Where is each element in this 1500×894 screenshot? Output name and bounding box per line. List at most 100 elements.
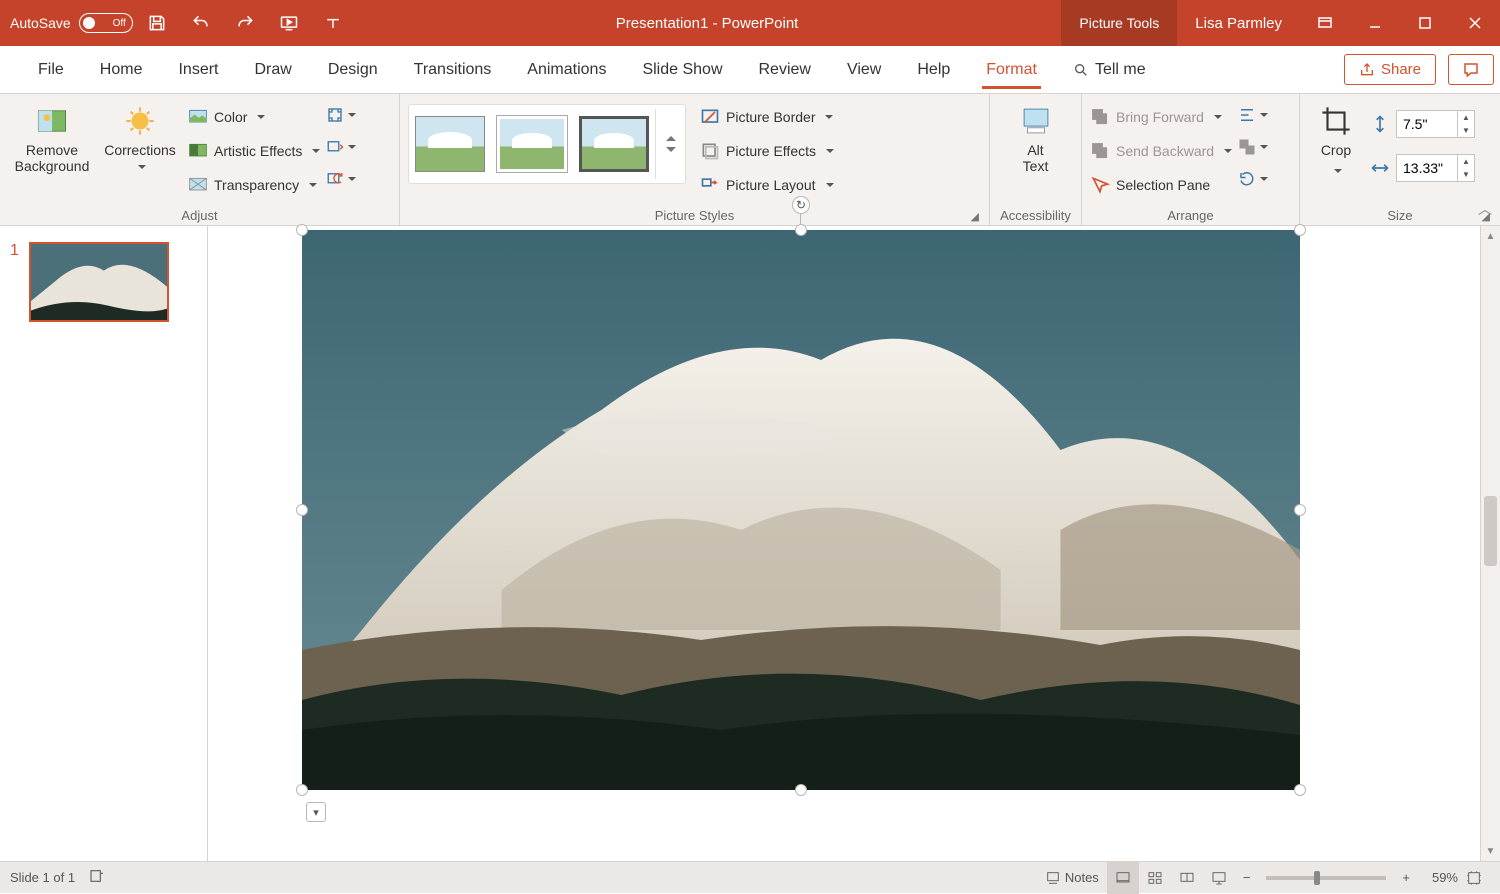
- picture-layout-icon: [700, 175, 720, 195]
- tab-draw[interactable]: Draw: [236, 46, 309, 93]
- rotate-handle[interactable]: [792, 196, 810, 214]
- transparency-button[interactable]: Transparency: [188, 168, 320, 202]
- reading-view-icon[interactable]: [1171, 862, 1203, 894]
- resize-handle-tl[interactable]: [296, 224, 308, 236]
- scroll-up-icon[interactable]: ▲: [1481, 226, 1500, 246]
- styles-dialog-launcher-icon[interactable]: ◢: [971, 210, 981, 223]
- vertical-scrollbar[interactable]: ▲ ▼: [1480, 226, 1500, 861]
- close-icon[interactable]: [1450, 0, 1500, 46]
- zoom-slider[interactable]: [1266, 876, 1386, 880]
- alt-text-button[interactable]: Alt Text: [1000, 100, 1072, 174]
- minimize-icon[interactable]: [1350, 0, 1400, 46]
- resize-handle-l[interactable]: [296, 504, 308, 516]
- alt-text-icon: [1019, 104, 1053, 138]
- autosave-switch[interactable]: Off: [79, 13, 133, 33]
- tab-slideshow[interactable]: Slide Show: [624, 46, 740, 93]
- tell-me-search[interactable]: Tell me: [1055, 46, 1164, 93]
- send-backward-icon: [1090, 141, 1110, 161]
- layout-options-icon[interactable]: ▾: [306, 802, 326, 822]
- resize-handle-t[interactable]: [795, 224, 807, 236]
- tab-transitions[interactable]: Transitions: [396, 46, 510, 93]
- spellcheck-icon[interactable]: [89, 868, 105, 887]
- slide-sorter-view-icon[interactable]: [1139, 862, 1171, 894]
- height-up-icon[interactable]: ▲: [1458, 111, 1474, 124]
- resize-handle-b[interactable]: [795, 784, 807, 796]
- picture-effects-icon: [700, 141, 720, 161]
- customize-qat-icon[interactable]: [313, 0, 353, 46]
- tab-view[interactable]: View: [829, 46, 899, 93]
- ribbon-display-options-icon[interactable]: [1300, 0, 1350, 46]
- width-spinner[interactable]: ▲▼: [1396, 154, 1475, 182]
- crop-button[interactable]: Crop: [1308, 100, 1364, 178]
- picture-styles-gallery[interactable]: [408, 104, 686, 184]
- transparency-icon: [188, 175, 208, 195]
- slide-indicator[interactable]: Slide 1 of 1: [10, 870, 75, 885]
- resize-handle-r[interactable]: [1294, 504, 1306, 516]
- tab-help[interactable]: Help: [899, 46, 968, 93]
- zoom-in-button[interactable]: +: [1394, 862, 1418, 894]
- scroll-thumb[interactable]: [1484, 496, 1497, 566]
- width-input[interactable]: [1397, 160, 1457, 176]
- fit-to-window-icon[interactable]: [1458, 862, 1490, 894]
- slideshow-view-icon[interactable]: [1203, 862, 1235, 894]
- picture-style-2[interactable]: [497, 116, 567, 172]
- resize-handle-br[interactable]: [1294, 784, 1306, 796]
- picture-effects-button[interactable]: Picture Effects: [700, 134, 834, 168]
- start-from-beginning-icon[interactable]: [269, 0, 309, 46]
- thumbnail-number: 1: [10, 242, 19, 322]
- save-icon[interactable]: [137, 0, 177, 46]
- autosave-toggle[interactable]: AutoSave Off: [10, 13, 133, 33]
- tab-home[interactable]: Home: [82, 46, 161, 93]
- artistic-effects-button[interactable]: Artistic Effects: [188, 134, 320, 168]
- gallery-more-button[interactable]: [655, 109, 685, 179]
- compress-pictures-icon[interactable]: [326, 100, 356, 130]
- width-up-icon[interactable]: ▲: [1458, 155, 1474, 168]
- notes-icon: [1045, 870, 1061, 886]
- picture-style-3[interactable]: [579, 116, 649, 172]
- thumbnail-slide-1[interactable]: 1: [10, 242, 197, 322]
- zoom-level[interactable]: 59%: [1418, 870, 1458, 885]
- resize-handle-bl[interactable]: [296, 784, 308, 796]
- undo-icon[interactable]: [181, 0, 221, 46]
- resize-handle-tr[interactable]: [1294, 224, 1306, 236]
- normal-view-icon[interactable]: [1107, 862, 1139, 894]
- tab-design[interactable]: Design: [310, 46, 396, 93]
- height-input[interactable]: [1397, 116, 1457, 132]
- ribbon: Remove Background Corrections Color Arti…: [0, 94, 1500, 226]
- maximize-icon[interactable]: [1400, 0, 1450, 46]
- share-button[interactable]: Share: [1344, 54, 1436, 85]
- scroll-down-icon[interactable]: ▼: [1481, 841, 1500, 861]
- tab-file[interactable]: File: [20, 46, 82, 93]
- group-label-a11y: Accessibility: [998, 206, 1073, 223]
- selection-pane-button[interactable]: Selection Pane: [1090, 168, 1232, 202]
- comments-button[interactable]: [1448, 54, 1494, 85]
- notes-button[interactable]: Notes: [1037, 862, 1107, 894]
- collapse-ribbon-icon[interactable]: ︿: [1478, 199, 1492, 219]
- color-button[interactable]: Color: [188, 100, 320, 134]
- tab-animations[interactable]: Animations: [509, 46, 624, 93]
- selected-picture[interactable]: ▾: [302, 230, 1300, 790]
- group-picture-styles: Picture Border Picture Effects Picture L…: [400, 94, 990, 225]
- reset-picture-icon[interactable]: [326, 164, 356, 194]
- redo-icon[interactable]: [225, 0, 265, 46]
- zoom-out-button[interactable]: −: [1235, 862, 1259, 894]
- width-down-icon[interactable]: ▼: [1458, 168, 1474, 181]
- remove-background-button[interactable]: Remove Background: [8, 100, 96, 174]
- height-spinner[interactable]: ▲▼: [1396, 110, 1475, 138]
- slide-canvas[interactable]: ▾: [208, 226, 1480, 861]
- rotate-icon[interactable]: [1238, 164, 1268, 194]
- user-name[interactable]: Lisa Parmley: [1177, 15, 1300, 32]
- tab-review[interactable]: Review: [741, 46, 829, 93]
- corrections-button[interactable]: Corrections: [96, 100, 184, 174]
- picture-border-button[interactable]: Picture Border: [700, 100, 834, 134]
- align-icon[interactable]: [1238, 100, 1268, 130]
- autosave-label: AutoSave: [10, 15, 71, 31]
- thumbnail-image[interactable]: [29, 242, 169, 322]
- tab-insert[interactable]: Insert: [160, 46, 236, 93]
- height-down-icon[interactable]: ▼: [1458, 124, 1474, 137]
- change-picture-icon[interactable]: [326, 132, 356, 162]
- tab-format[interactable]: Format: [968, 46, 1055, 93]
- group-adjust: Remove Background Corrections Color Arti…: [0, 94, 400, 225]
- picture-style-1[interactable]: [415, 116, 485, 172]
- picture-layout-button[interactable]: Picture Layout: [700, 168, 834, 202]
